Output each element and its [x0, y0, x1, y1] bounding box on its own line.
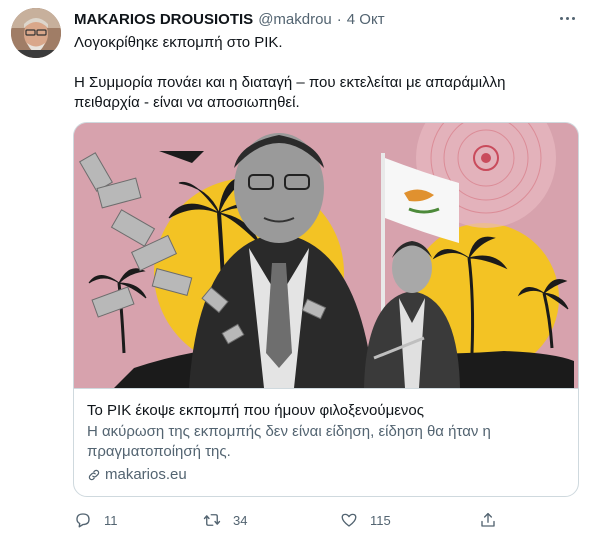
tweet-timestamp[interactable]: 4 Окт [347, 11, 385, 28]
tweet-text-line-2: Η Συμμορία πονάει και η διαταγή – που εκ… [74, 74, 506, 111]
author-handle[interactable]: @makdrou [258, 11, 332, 28]
tweet[interactable]: MAKARIOS DROUSIOTIS @makdrou · 4 Окт Λογ… [0, 0, 596, 544]
card-title[interactable]: Το ΡΙΚ έκοψε εκπομπή που ήμουν φιλοξενού… [87, 401, 566, 421]
tweet-actions: 11 34 115 [70, 505, 510, 535]
separator-dot: · [336, 10, 342, 28]
card-domain-text: makarios.eu [105, 466, 187, 483]
card-description: Η ακύρωση της εκπομπής δεν είναι είδηση,… [87, 423, 491, 460]
retweet-count: 34 [233, 512, 248, 528]
tweet-header: MAKARIOS DROUSIOTIS @makdrou · 4 Окт [74, 8, 576, 30]
share-button[interactable] [479, 505, 497, 535]
retweet-icon [203, 514, 221, 526]
link-icon [88, 469, 100, 481]
like-count: 115 [370, 512, 391, 528]
share-icon [481, 512, 495, 527]
reply-button[interactable]: 11 [74, 505, 118, 535]
retweet-button[interactable]: 34 [203, 505, 247, 535]
reply-icon [76, 513, 90, 528]
more-icon[interactable] [556, 10, 578, 26]
card-domain[interactable]: makarios.eu [87, 465, 566, 485]
tweet-text: Λογοκρίθηκε εκπομπή στο ΡΙΚ. Η Συμμορία … [74, 33, 574, 133]
author-name[interactable]: MAKARIOS DROUSIOTIS [74, 11, 253, 28]
reply-count: 11 [104, 512, 118, 528]
avatar[interactable] [11, 8, 61, 58]
card-image[interactable] [74, 123, 578, 388]
card-body[interactable]: Το ΡΙΚ έκοψε εκπομπή που ήμουν φιλοξενού… [74, 388, 578, 496]
like-icon [341, 513, 357, 527]
link-card[interactable]: Το ΡΙΚ έκοψε εκπομπή που ήμουν φιλοξενού… [73, 122, 579, 497]
like-button[interactable]: 115 [340, 505, 391, 535]
tweet-text-line-1: Λογοκρίθηκε εκπομπή στο ΡΙΚ. [74, 34, 283, 51]
